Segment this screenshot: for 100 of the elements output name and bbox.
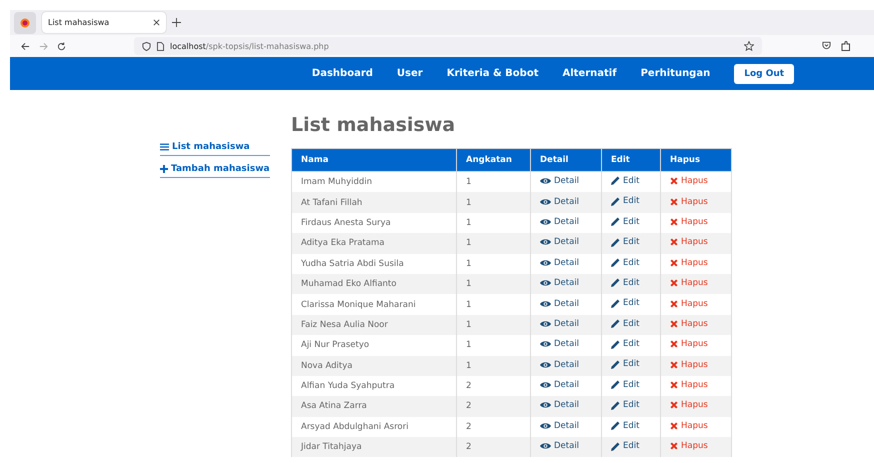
close-icon [670,381,678,390]
table-cell: 1 [466,258,472,269]
table-cell: 1 [466,279,472,290]
reload-icon[interactable] [56,42,66,50]
table-cell: 1 [466,340,472,350]
nav-link[interactable]: User [384,68,435,79]
eye-icon [540,360,551,369]
edit-link[interactable]: Edit [611,216,640,227]
pencil-icon [611,442,620,451]
close-icon [670,198,678,206]
pencil-icon [611,278,620,288]
pencil-icon [611,176,620,186]
detail-link[interactable]: Detail [540,176,580,186]
edit-link[interactable]: Edit [611,176,640,186]
delete-link[interactable]: Hapus [670,176,708,186]
pencil-icon [611,421,620,430]
table-cell: Imam Muhyiddin [301,177,372,188]
close-icon [670,218,678,226]
pencil-icon [611,400,620,410]
close-icon [670,442,678,450]
sidebar-link[interactable]: Tambah mahasiswa [160,160,270,178]
nav-link[interactable]: Alternatif [550,68,629,79]
menu-icon [160,143,169,151]
detail-link[interactable]: Detail [540,258,580,268]
detail-link[interactable]: Detail [540,216,580,227]
detail-link[interactable]: Detail [540,380,580,390]
table-cell: 2 [466,381,472,392]
pencil-icon [611,319,620,328]
column-header: Hapus [660,148,732,172]
edit-link[interactable]: Edit [611,298,640,308]
table-cell: Muhamad Eko Alfianto [301,279,396,290]
eye-icon [540,422,551,430]
close-icon [670,340,678,348]
nav-link[interactable]: Dashboard [300,68,385,79]
close-icon [670,177,678,186]
delete-link[interactable]: Hapus [670,380,708,390]
table-cell: 1 [466,238,472,248]
edit-link[interactable]: Edit [611,339,640,350]
pencil-icon [611,217,620,226]
table-cell: 1 [466,360,472,371]
edit-link[interactable]: Edit [611,258,640,268]
pocket-icon[interactable] [822,41,831,50]
delete-link[interactable]: Hapus [670,339,708,350]
delete-link[interactable]: Hapus [670,298,708,309]
table-cell: Asa Atina Zarra [301,401,367,412]
table-cell: 2 [466,401,472,412]
delete-link[interactable]: Hapus [670,216,708,227]
table-cell: Jidar Titahjaya [301,442,362,452]
close-icon [670,320,678,328]
eye-icon [540,300,551,308]
address-bar[interactable]: localhost/spk-topsis/list-mahasiswa.php [134,37,762,55]
eye-icon [540,401,551,410]
eye-icon [540,381,551,390]
eye-icon [540,218,551,226]
browser-logo-icon[interactable] [14,12,36,34]
detail-link[interactable]: Detail [540,298,580,309]
eye-icon [540,442,551,450]
eye-icon [540,258,551,267]
pencil-icon [611,258,620,267]
shield-icon[interactable] [142,42,151,50]
delete-link[interactable]: Hapus [670,420,708,431]
pencil-icon [611,238,620,247]
table-cell: Faiz Nesa Aulia Noor [301,320,388,330]
detail-link[interactable]: Detail [540,339,580,350]
eye-icon [540,177,551,186]
nav-link[interactable]: Kriteria & Bobot [434,68,550,79]
column-header: Edit [602,148,660,172]
eye-icon [540,279,551,288]
table-cell: 1 [466,177,472,188]
delete-link[interactable]: Hapus [670,258,708,268]
new-tab-icon[interactable] [172,18,181,27]
edit-link[interactable]: Edit [611,380,640,390]
pencil-icon [611,196,620,206]
table-cell: Yudha Satria Abdi Susila [301,258,404,269]
eye-icon [540,320,551,328]
url-text: localhost/spk-topsis/list-mahasiswa.php [170,42,329,50]
edit-link[interactable]: Edit [611,420,640,431]
eye-icon [540,238,551,246]
table-cell: 1 [466,320,472,330]
sidebar-link[interactable]: List mahasiswa [160,138,270,156]
star-icon[interactable] [744,41,754,51]
close-icon [670,360,678,369]
eye-icon [540,340,551,348]
table-cell: 1 [466,218,472,228]
page-icon[interactable] [157,42,164,50]
column-header: Angkatan [456,148,530,172]
back-icon[interactable] [20,42,30,50]
table-cell: 1 [466,198,472,208]
browser-tab[interactable]: List mahasiswa [42,12,166,33]
table-cell: At Tafani Fillah [301,198,362,208]
close-icon [670,422,678,430]
close-icon[interactable] [153,19,160,26]
table-cell: 2 [466,442,472,452]
table-cell: Nova Aditya [301,360,352,371]
logout-button[interactable]: Log Out [734,64,794,84]
table-cell: 2 [466,422,472,432]
close-icon [670,238,678,246]
nav-link[interactable]: Perhitungan [628,68,722,79]
detail-link[interactable]: Detail [540,420,580,431]
close-icon [670,401,678,410]
